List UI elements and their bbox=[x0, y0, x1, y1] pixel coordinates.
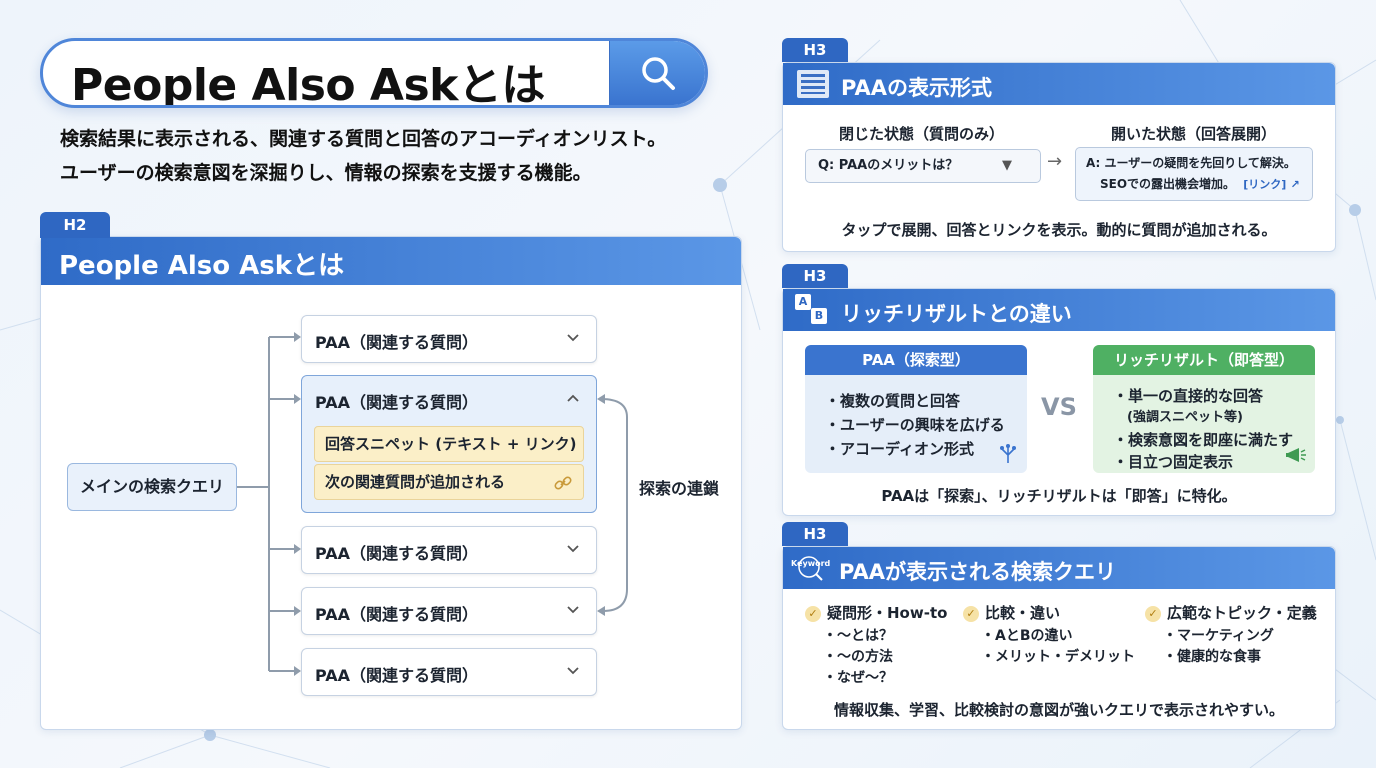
chevron-up-icon bbox=[567, 394, 579, 402]
check-icon: ✓ bbox=[1145, 605, 1161, 622]
paa-question-label: PAA（関連する質問） bbox=[315, 605, 479, 624]
check-icon: ✓ bbox=[805, 605, 821, 622]
query-column-compare: ✓ 比較・違い ・AとBの違い ・メリット・デメリット bbox=[963, 603, 1135, 668]
search-bar[interactable]: People Also Askとは bbox=[40, 38, 708, 108]
list-item: ・アコーディオン形式 bbox=[825, 440, 974, 458]
paa-question-label: PAA（関連する質問） bbox=[315, 544, 479, 563]
query-column-question: ✓ 疑問形・How-to ・〜とは？ ・〜の方法 ・なぜ〜？ bbox=[805, 603, 947, 689]
list-item: (強調スニペット等) bbox=[1127, 410, 1243, 425]
keyword-search-icon: Keyword bbox=[789, 555, 833, 581]
intro-line-2: ユーザーの検索意図を深掘りし、情報の探索を支援する機能。 bbox=[60, 162, 592, 184]
open-answer-line-1: A: ユーザーの疑問を先回りして解決。 bbox=[1086, 156, 1296, 170]
list-item: ・マーケティング bbox=[1163, 628, 1274, 644]
rich-results-panel: A B リッチリザルトとの違い PAA（探索型） ・複数の質問と回答 ・ユーザー… bbox=[782, 288, 1336, 516]
paa-question-4[interactable]: PAA（関連する質問） bbox=[301, 587, 597, 635]
intro-line-1: 検索結果に表示される、関連する質問と回答のアコーディオンリスト。 bbox=[60, 128, 667, 150]
intro-text: 検索結果に表示される、関連する質問と回答のアコーディオンリスト。 ユーザーの検索… bbox=[60, 122, 740, 190]
paa-question-label: PAA（関連する質問） bbox=[315, 333, 479, 352]
h3-tag: H3 bbox=[782, 38, 848, 62]
main-search-query: メインの検索クエリ bbox=[67, 463, 237, 511]
next-question-text: 次の関連質問が追加される bbox=[325, 473, 506, 491]
rich-result-box: リッチリザルト（即答型） ・単一の直接的な回答 (強調スニペット等) ・検索意図… bbox=[1093, 345, 1315, 473]
chevron-down-icon bbox=[567, 545, 579, 553]
list-item: ・ユーザーの興味を広げる bbox=[825, 416, 1005, 434]
queries-caption: 情報収集、学習、比較検討の意図が強いクエリで表示されやすい。 bbox=[833, 701, 1284, 719]
search-icon bbox=[642, 57, 675, 90]
chevron-down-icon bbox=[567, 334, 579, 342]
chevron-down-icon bbox=[567, 606, 579, 614]
column-head: 疑問形・How-to bbox=[827, 604, 948, 622]
paa-explore-list: ・複数の質問と回答 ・ユーザーの興味を広げる ・アコーディオン形式 bbox=[825, 389, 1005, 461]
panel-header: PAAの表示形式 bbox=[783, 63, 1335, 105]
icon-letter-a: A bbox=[795, 294, 811, 310]
closed-state-title: 閉じた状態（質問のみ） bbox=[839, 125, 1005, 143]
paa-overview-panel: People Also Askとは メインの検索クエリ PAA（関連する質問） … bbox=[40, 236, 742, 730]
dropdown-arrow-icon: ▼ bbox=[1002, 158, 1012, 173]
paa-explore-head: PAA（探索型） bbox=[805, 345, 1027, 375]
h2-tag: H2 bbox=[40, 212, 110, 238]
paa-format-panel: PAAの表示形式 閉じた状態（質問のみ） 開いた状態（回答展開） Q: PAAの… bbox=[782, 62, 1336, 252]
closed-question-box[interactable]: Q: PAAのメリットは？ ▼ bbox=[805, 149, 1041, 183]
check-icon: ✓ bbox=[963, 605, 979, 622]
exploration-chain-label: 探索の連鎖 bbox=[639, 479, 720, 498]
list-item: ・健康的な食事 bbox=[1163, 649, 1261, 665]
icon-letter-b: B bbox=[811, 308, 827, 324]
panel-title: リッチリザルトとの違い bbox=[841, 302, 1072, 326]
paa-question-expanded[interactable]: PAA（関連する質問） 回答スニペット (テキスト + リンク) 次の関連質問が… bbox=[301, 375, 597, 513]
compare-ab-icon: A B bbox=[795, 294, 829, 326]
answer-link[interactable]: [リンク] bbox=[1243, 178, 1286, 191]
external-link-icon: ↗ bbox=[1290, 178, 1300, 191]
query-column-topic: ✓ 広範なトピック・定義 ・マーケティング ・健康的な食事 bbox=[1145, 603, 1317, 668]
open-answer-box: A: ユーザーの疑問を先回りして解決。 SEOでの露出機会増加。 [リンク] ↗ bbox=[1075, 147, 1313, 201]
paa-question-label: PAA（関連する質問） bbox=[315, 666, 479, 685]
panel-header: A B リッチリザルトとの違い bbox=[783, 289, 1335, 331]
panel-header: Keyword PAAが表示される検索クエリ bbox=[783, 547, 1335, 589]
paa-question-5[interactable]: PAA（関連する質問） bbox=[301, 648, 597, 696]
link-icon bbox=[554, 476, 572, 490]
closed-question-text: Q: PAAのメリットは？ bbox=[818, 158, 959, 173]
list-item: ・複数の質問と回答 bbox=[825, 392, 961, 410]
rich-result-list: ・単一の直接的な回答 (強調スニペット等) ・検索意図を即座に満たす ・目立つ固… bbox=[1113, 385, 1293, 473]
list-icon bbox=[797, 70, 829, 98]
list-item: ・検索意図を即座に満たす bbox=[1113, 431, 1294, 449]
list-item: ・AとBの違い bbox=[981, 628, 1073, 644]
paa-question-label: PAA（関連する質問） bbox=[315, 393, 479, 412]
list-item: ・目立つ固定表示 bbox=[1113, 453, 1234, 471]
panel-title: PAAの表示形式 bbox=[841, 76, 992, 100]
format-caption: タップで展開、回答とリンクを表示。動的に質問が追加される。 bbox=[841, 221, 1277, 239]
list-item: ・〜の方法 bbox=[823, 649, 893, 665]
list-item: ・なぜ〜？ bbox=[823, 670, 893, 686]
h3-tag: H3 bbox=[782, 522, 848, 546]
paa-question-3[interactable]: PAA（関連する質問） bbox=[301, 526, 597, 574]
paa-queries-panel: Keyword PAAが表示される検索クエリ ✓ 疑問形・How-to ・〜とは？… bbox=[782, 546, 1336, 730]
open-state-title: 開いた状態（回答展開） bbox=[1111, 125, 1277, 143]
paa-explore-box: PAA（探索型） ・複数の質問と回答 ・ユーザーの興味を広げる ・アコーディオン… bbox=[805, 345, 1027, 473]
rich-result-head: リッチリザルト（即答型） bbox=[1093, 345, 1315, 375]
list-item: ・単一の直接的な回答 bbox=[1113, 387, 1264, 405]
search-title: People Also Askとは bbox=[71, 60, 545, 108]
column-head: 広範なトピック・定義 bbox=[1167, 604, 1317, 622]
megaphone-icon bbox=[1286, 448, 1306, 462]
chevron-down-icon bbox=[567, 667, 579, 675]
arrow-right-icon: → bbox=[1047, 151, 1063, 172]
next-question-added: 次の関連質問が追加される bbox=[314, 464, 584, 500]
search-button[interactable] bbox=[609, 41, 705, 105]
rich-caption: PAAは「探索」、リッチリザルトは「即答」に特化。 bbox=[881, 487, 1237, 505]
answer-snippet: 回答スニペット (テキスト + リンク) bbox=[314, 426, 584, 462]
h3-tag: H3 bbox=[782, 264, 848, 288]
paa-question-1[interactable]: PAA（関連する質問） bbox=[301, 315, 597, 363]
open-answer-line-2: SEOでの露出機会増加。 bbox=[1100, 177, 1236, 191]
list-item: ・メリット・デメリット bbox=[981, 649, 1135, 665]
list-item: ・〜とは？ bbox=[823, 628, 893, 644]
branch-icon bbox=[1000, 444, 1016, 463]
panel-title: PAAが表示される検索クエリ bbox=[839, 560, 1116, 584]
column-head: 比較・違い bbox=[985, 604, 1061, 622]
versus-label: VS bbox=[1041, 393, 1077, 421]
